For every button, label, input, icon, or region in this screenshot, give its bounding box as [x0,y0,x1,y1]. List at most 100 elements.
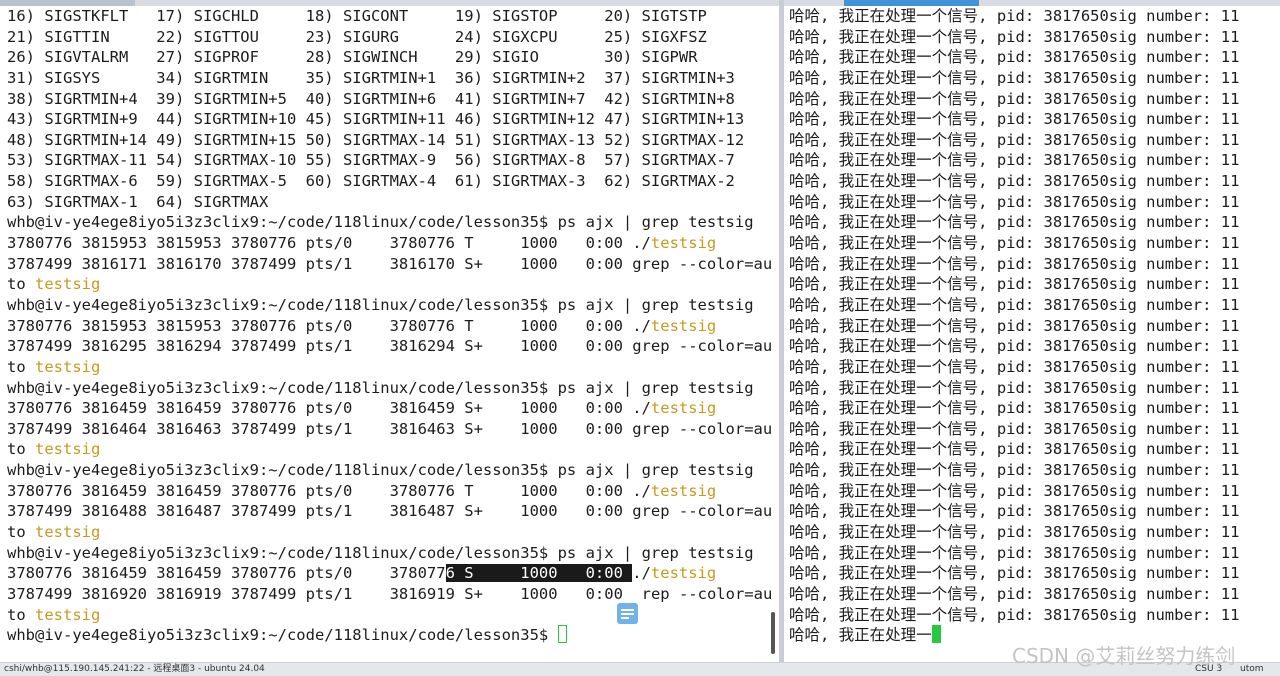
process-row: 3787499 3816464 3816463 3787499 pts/1 38… [7,419,773,438]
wrapped-row: to testsig [7,357,779,378]
signal-handler-message: 哈哈, 我正在处理一个信号, pid: 3817650sig number: 1… [789,357,1240,376]
process-row: 3780776 3815953 3815953 3780776 pts/0 37… [7,233,779,254]
keyword-highlight: testsig [650,564,717,583]
process-row-text: 3780776 3816459 3816459 3780776 pts/0 37… [7,481,651,500]
signal-handler-message: 哈哈, 我正在处理一个信号, pid: 3817650sig number: 1… [789,461,1240,480]
keyword-highlight: testsig [650,234,717,253]
shell-prompt: whb@iv-ye4ege8iyo5i3z3clix9:~/code/118li… [7,626,558,645]
signal-handler-message: 哈哈, 我正在处理一个信号, pid: 3817650sig number: 1… [789,89,1240,108]
signal-list-line: 21) SIGTTIN 22) SIGTTOU 23) SIGURG 24) S… [7,27,707,46]
signal-handler-message: 哈哈, 我正在处理一个信号, pid: 3817650sig number: 1… [789,419,1240,438]
prompt-line: whb@iv-ye4ege8iyo5i3z3clix9:~/code/118li… [7,460,779,481]
wrap-prefix: to [7,605,35,624]
signal-list-line: 31) SIGSYS 34) SIGRTMIN 35) SIGRTMIN+1 3… [7,68,735,87]
process-row-text: 3787499 3816920 3816919 3787499 pts/1 38… [7,584,633,603]
signal-handler-message: 哈哈, 我正在处理一个信号, pid: 3817650sig number: 1… [789,192,1240,211]
signal-handler-message: 哈哈, 我正在处理一个信号, pid: 3817650sig number: 1… [789,440,1240,459]
keyword-highlight: testsig [35,523,101,542]
signal-handler-message: 哈哈, 我正在处理一个信号, pid: 3817650sig number: 1… [789,295,1240,314]
status-bar-right-2: utom [1240,664,1264,674]
wrap-prefix: to [7,523,35,542]
wrapped-row: to testsig [7,605,779,626]
shell-command: ps ajx | grep testsig [557,461,754,480]
shell-command: ps ajx | grep testsig [557,543,754,562]
wrapped-row: to testsig [7,274,779,295]
input-method-icon[interactable] [617,603,638,624]
signal-list-line: 38) SIGRTMIN+4 39) SIGRTMIN+5 40) SIGRTM… [7,89,735,108]
keyword-highlight: testsig [35,440,101,459]
signal-handler-message: 哈哈, 我正在处理一个信号, pid: 3817650sig number: 1… [789,68,1240,87]
keyword-highlight: testsig [35,275,101,294]
process-row: 3780776 3816459 3816459 3780776 pts/0 37… [7,563,779,584]
signal-list-line: 43) SIGRTMIN+9 44) SIGRTMIN+10 45) SIGRT… [7,110,745,129]
current-prompt-line[interactable]: whb@iv-ye4ege8iyo5i3z3clix9:~/code/118li… [7,625,779,646]
prompt-line: whb@iv-ye4ege8iyo5i3z3clix9:~/code/118li… [7,212,779,233]
shell-prompt: whb@iv-ye4ege8iyo5i3z3clix9:~/code/118li… [7,295,558,314]
signal-handler-message: 哈哈, 我正在处理一个信号, pid: 3817650sig number: 1… [789,564,1240,583]
process-row: 3787499 3816295 3816294 3787499 pts/1 38… [7,337,773,356]
process-row-text: 3780776 3815953 3815953 3780776 pts/0 37… [7,316,651,335]
keyword-highlight: testsig [35,605,101,624]
process-row-text: 3780776 3816459 3816459 3780776 pts/0 38… [7,399,651,418]
process-row-text: 3780776 3816459 3816459 3780776 pts/0 37… [7,564,446,583]
shell-prompt: whb@iv-ye4ege8iyo5i3z3clix9:~/code/118li… [7,213,558,232]
signal-handler-message: 哈哈, 我正在处理一个信号, pid: 3817650sig number: 1… [789,151,1240,170]
prompt-line: whb@iv-ye4ege8iyo5i3z3clix9:~/code/118li… [7,543,779,564]
signal-list-line: 53) SIGRTMAX-11 54) SIGRTMAX-10 55) SIGR… [7,151,735,170]
wrap-prefix: to [7,275,35,294]
signal-list-line: 48) SIGRTMIN+14 49) SIGRTMIN+15 50) SIGR… [7,130,745,149]
shell-command: ps ajx | grep testsig [557,295,754,314]
signal-list-line: 63) SIGRTMAX-1 64) SIGRTMAX [7,192,269,211]
process-row: 3787499 3816488 3816487 3787499 pts/1 38… [7,502,773,521]
shell-prompt: whb@iv-ye4ege8iyo5i3z3clix9:~/code/118li… [7,543,558,562]
shell-command: ps ajx | grep testsig [557,213,754,232]
signal-handler-message: 哈哈, 我正在处理一个信号, pid: 3817650sig number: 1… [789,605,1240,624]
keyword-highlight: testsig [35,357,101,376]
process-row-text: rep --color=au [641,584,773,603]
keyword-highlight: testsig [650,399,717,418]
keyword-highlight: testsig [650,316,717,335]
terminal-cursor [931,625,941,644]
watermark-text: CSDN @艾莉丝努力练剑 [1012,644,1236,668]
shell-prompt: whb@iv-ye4ege8iyo5i3z3clix9:~/code/118li… [7,378,558,397]
signal-handler-message: 哈哈, 我正在处理一个信号, pid: 3817650sig number: 1… [789,254,1240,273]
keyword-highlight: testsig [650,481,717,500]
terminal-cursor [557,625,567,644]
process-row: 3780776 3816459 3816459 3780776 pts/0 38… [7,398,779,419]
signal-list-line: 16) SIGSTKFLT 17) SIGCHLD 18) SIGCONT 19… [7,7,707,25]
prompt-line: whb@iv-ye4ege8iyo5i3z3clix9:~/code/118li… [7,295,779,316]
right-terminal-output: 哈哈, 我正在处理一个信号, pid: 3817650sig number: 1… [784,6,1280,646]
left-terminal-scrollbar[interactable] [771,612,775,654]
wrap-prefix: to [7,357,35,376]
text-selection[interactable]: 6 S 1000 0:00 [445,564,633,583]
process-row: 3787499 3816171 3816170 3787499 pts/1 38… [7,254,773,273]
process-row: 3780776 3816459 3816459 3780776 pts/0 37… [7,481,779,502]
signal-handler-message: 哈哈, 我正在处理一个信号, pid: 3817650sig number: 1… [789,172,1240,191]
signal-handler-message: 哈哈, 我正在处理一个信号, pid: 3817650sig number: 1… [789,48,1240,67]
signal-list-line: 26) SIGVTALRM 27) SIGPROF 28) SIGWINCH 2… [7,48,698,67]
left-terminal[interactable]: 16) SIGSTKFLT 17) SIGCHLD 18) SIGCONT 19… [0,6,779,660]
signal-handler-message: 哈哈, 我正在处理一个信号, pid: 3817650sig number: 1… [789,399,1240,418]
process-row-text: ./ [632,564,651,583]
signal-handler-message: 哈哈, 我正在处理一个信号, pid: 3817650sig number: 1… [789,337,1240,356]
shell-command: ps ajx | grep testsig [557,378,754,397]
signal-handler-message: 哈哈, 我正在处理一个信号, pid: 3817650sig number: 1… [789,502,1240,521]
wrapped-row: to testsig [7,522,779,543]
partial-message-text: 哈哈, 我正在处理一 [789,626,932,645]
signal-handler-message: 哈哈, 我正在处理一个信号, pid: 3817650sig number: 1… [789,543,1240,562]
signal-handler-message: 哈哈, 我正在处理一个信号, pid: 3817650sig number: 1… [789,27,1240,46]
wrap-prefix: to [7,440,35,459]
signal-handler-message: 哈哈, 我正在处理一个信号, pid: 3817650sig number: 1… [789,275,1240,294]
signal-handler-message: 哈哈, 我正在处理一个信号, pid: 3817650sig number: 1… [789,481,1240,500]
left-terminal-output: 16) SIGSTKFLT 17) SIGCHLD 18) SIGCONT 19… [0,6,779,646]
signal-handler-message: 哈哈, 我正在处理一个信号, pid: 3817650sig number: 1… [789,7,1240,25]
signal-handler-message: 哈哈, 我正在处理一个信号, pid: 3817650sig number: 1… [789,130,1240,149]
signal-list-line: 58) SIGRTMAX-6 59) SIGRTMAX-5 60) SIGRTM… [7,172,735,191]
signal-handler-message: 哈哈, 我正在处理一个信号, pid: 3817650sig number: 1… [789,378,1240,397]
wrapped-row: to testsig [7,439,779,460]
right-terminal[interactable]: 哈哈, 我正在处理一个信号, pid: 3817650sig number: 1… [784,6,1280,660]
signal-handler-message: 哈哈, 我正在处理一个信号, pid: 3817650sig number: 1… [789,110,1240,129]
process-row-text: 3780776 3815953 3815953 3780776 pts/0 37… [7,234,651,253]
status-bar-connection: cshi/whb@115.190.145.241:22 - 远程桌面3 - ub… [4,664,265,674]
shell-prompt: whb@iv-ye4ege8iyo5i3z3clix9:~/code/118li… [7,461,558,480]
